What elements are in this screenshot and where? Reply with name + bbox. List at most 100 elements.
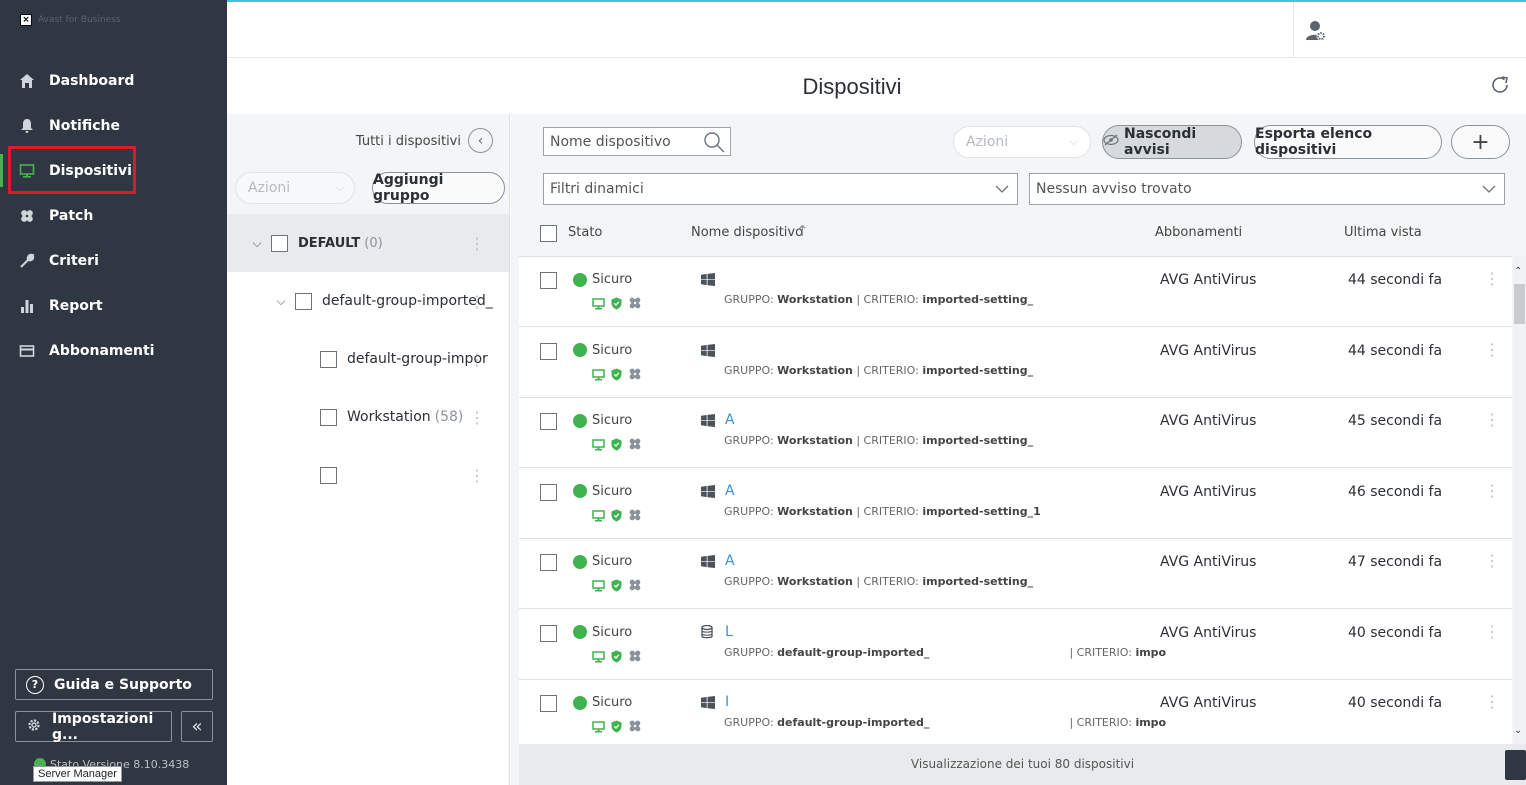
table-row[interactable]: Sicuro A GRUPPO: Workstation | CRITERIO: i… <box>519 469 1512 539</box>
scroll-down-icon[interactable]: ⌄ <box>1514 725 1522 736</box>
device-name-link[interactable]: A <box>725 553 735 569</box>
search-placeholder: Nome dispositivo <box>550 133 671 150</box>
collapse-sidebar-button[interactable]: « <box>181 711 213 742</box>
row-checkbox[interactable] <box>540 554 557 571</box>
row-checkbox[interactable] <box>540 483 557 501</box>
sidebar-item-report[interactable]: Report <box>0 283 227 328</box>
device-name-link[interactable]: A <box>725 483 735 499</box>
device-meta: GRUPPO: default-group-imported_ | CRITERI… <box>724 716 1166 729</box>
subscription-cell: AVG AntiVirus <box>1160 695 1257 711</box>
table-header: Stato Nome dispositivo ↑ Abbonamenti Ult… <box>519 212 1526 256</box>
chevron-down-icon: ⌵ <box>335 181 344 194</box>
row-checkbox[interactable] <box>540 695 557 712</box>
help-button[interactable]: ? Guida e Supporto <box>15 669 213 700</box>
status-ok-icon <box>573 554 587 569</box>
table-row[interactable]: Sicuro A GRUPPO: Workstation | CRITERIO: i… <box>519 398 1512 468</box>
monitor-icon <box>592 436 605 455</box>
kebab-menu-icon[interactable]: ⋮ <box>1484 551 1500 570</box>
device-actions-select[interactable]: Azioni ⌵ <box>953 126 1091 158</box>
row-checkbox[interactable] <box>540 342 557 360</box>
table-row[interactable]: Sicuro I GRUPPO: default-group-imported_ | … <box>519 680 1512 744</box>
search-icon[interactable] <box>702 130 726 158</box>
windows-icon <box>701 553 715 572</box>
scrollbar-thumb[interactable] <box>1514 284 1525 324</box>
kebab-menu-icon[interactable]: ⋮ <box>469 350 485 369</box>
chevron-down-icon[interactable]: ⌵ <box>273 294 289 309</box>
sidebar-item-patch[interactable]: Patch <box>0 193 227 238</box>
all-devices-link[interactable]: Tutti i dispositivi <box>356 134 461 149</box>
group-checkbox[interactable] <box>295 292 312 310</box>
settings-button[interactable]: Impostazioni g... <box>15 711 172 743</box>
kebab-menu-icon[interactable]: ⋮ <box>1484 481 1500 500</box>
device-name-link[interactable]: A <box>725 412 735 428</box>
group-actions-select[interactable]: Azioni ⌵ <box>235 172 355 204</box>
select-all-checkbox[interactable] <box>540 225 557 242</box>
hide-alerts-button[interactable]: Nascondi avvisi <box>1102 125 1242 159</box>
table-row[interactable]: Sicuro A GRUPPO: Workstation | CRITERIO: i… <box>519 539 1512 609</box>
sidebar-item-dashboard[interactable]: Dashboard <box>0 58 227 103</box>
subscription-cell: AVG AntiVirus <box>1160 272 1257 288</box>
tree-item-default-group-impor[interactable]: default-group-impor ⋮ <box>227 330 509 388</box>
row-checkbox[interactable] <box>540 624 557 642</box>
tree-item-default-group-imported[interactable]: ⌵ default-group-imported_ ⋮ <box>227 272 509 330</box>
alerts-filter-dropdown[interactable]: Nessun avviso trovato <box>1029 173 1505 205</box>
table-footer: Visualizzazione dei tuoi 80 dispositivi <box>519 744 1526 785</box>
policy-value: imported-setting_ <box>922 575 1034 588</box>
dynamic-filters-dropdown[interactable]: Filtri dinamici <box>543 173 1018 205</box>
scrollbar[interactable]: ⌃ ⌄ <box>1513 256 1526 744</box>
group-checkbox[interactable] <box>320 408 337 426</box>
table-row[interactable]: Sicuro L GRUPPO: default-group-imported_ | … <box>519 610 1512 680</box>
help-icon: ? <box>26 675 44 694</box>
kebab-menu-icon[interactable]: ⋮ <box>1484 622 1500 641</box>
tree-item-redacted[interactable]: ⋮ <box>227 446 509 504</box>
kebab-menu-icon[interactable]: ⋮ <box>469 408 485 427</box>
taskbar-icon[interactable] <box>1505 750 1526 780</box>
kebab-menu-icon[interactable]: ⋮ <box>1484 410 1500 429</box>
kebab-menu-icon[interactable]: ⋮ <box>1484 269 1500 288</box>
kebab-menu-icon[interactable]: ⋮ <box>1484 340 1500 359</box>
column-subscriptions[interactable]: Abbonamenti <box>1155 225 1242 240</box>
row-checkbox[interactable] <box>540 413 557 430</box>
page-title: Dispositivi <box>802 74 902 99</box>
tree-item-default[interactable]: ⌵ DEFAULT (0) ⋮ <box>227 214 509 272</box>
table-row[interactable]: Sicuro GRUPPO: Workstation | CRITERIO: im… <box>519 257 1512 327</box>
scroll-up-icon[interactable]: ⌃ <box>1514 266 1522 277</box>
sort-ascending-icon[interactable]: ↑ <box>796 222 809 240</box>
user-settings-icon[interactable] <box>1305 20 1327 46</box>
group-checkbox[interactable] <box>320 350 337 368</box>
group-checkbox[interactable] <box>320 466 337 484</box>
kebab-menu-icon[interactable]: ⋮ <box>469 292 485 311</box>
collapse-groups-button[interactable]: ‹ <box>468 128 493 153</box>
refresh-icon[interactable] <box>1489 74 1511 100</box>
group-checkbox[interactable] <box>271 234 288 252</box>
sidebar-item-criteri[interactable]: Criteri <box>0 238 227 283</box>
group-value: Workstation <box>777 293 853 306</box>
kebab-menu-icon[interactable]: ⋮ <box>469 234 485 253</box>
kebab-menu-icon[interactable]: ⋮ <box>469 466 485 485</box>
status-ok-icon <box>573 413 587 428</box>
search-input[interactable]: Nome dispositivo <box>543 127 731 156</box>
row-checkbox[interactable] <box>540 272 557 289</box>
table-row[interactable]: Sicuro GRUPPO: Workstation | CRITERIO: im… <box>519 328 1512 398</box>
column-last-seen[interactable]: Ultima vista <box>1344 225 1422 240</box>
device-name-link[interactable]: L <box>725 624 733 640</box>
add-group-button[interactable]: Aggiungi gruppo <box>372 172 505 204</box>
sidebar-item-notifiche[interactable]: Notifiche <box>0 103 227 148</box>
sidebar-item-dispositivi[interactable]: Dispositivi <box>0 148 227 193</box>
sidebar-item-label: Notifiche <box>49 117 120 134</box>
last-seen-cell: 40 secondi fa <box>1348 624 1443 641</box>
kebab-menu-icon[interactable]: ⋮ <box>1484 692 1500 711</box>
export-devices-button[interactable]: Esporta elenco dispositivi <box>1254 125 1442 159</box>
chevron-down-icon <box>1482 182 1496 200</box>
last-seen-cell: 44 secondi fa <box>1348 342 1443 359</box>
chevron-down-icon[interactable]: ⌵ <box>249 236 265 251</box>
shield-icon <box>611 718 622 737</box>
close-icon[interactable]: × <box>20 14 32 26</box>
add-device-button[interactable]: + <box>1451 125 1510 159</box>
top-bar <box>227 0 1526 58</box>
device-name-link[interactable]: I <box>725 694 729 710</box>
column-device-name[interactable]: Nome dispositivo <box>691 225 803 240</box>
tree-item-workstation[interactable]: Workstation (58) ⋮ <box>227 388 509 446</box>
column-status[interactable]: Stato <box>568 225 602 240</box>
sidebar-item-abbonamenti[interactable]: Abbonamenti <box>0 328 227 373</box>
